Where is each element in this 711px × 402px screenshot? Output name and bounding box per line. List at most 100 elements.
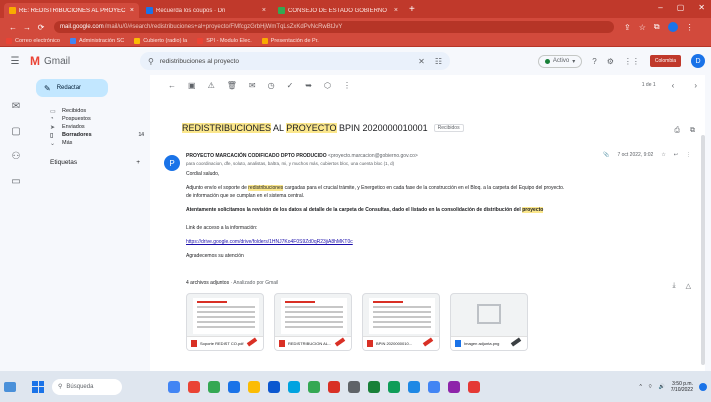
bookmark-item[interactable]: Correo electrónico	[6, 38, 60, 44]
taskbar-app-icon[interactable]	[268, 380, 280, 393]
add-to-drive-icon[interactable]: △	[686, 282, 691, 290]
more-options-icon[interactable]: ⋮	[343, 81, 351, 90]
settings-gear-icon[interactable]: ⚙	[607, 57, 614, 66]
mark-unread-icon[interactable]: ✉	[249, 81, 256, 90]
back-to-list-icon[interactable]: ←	[168, 81, 176, 90]
taskbar-app-icon[interactable]	[168, 380, 180, 393]
taskbar-app-icon[interactable]	[188, 380, 200, 393]
notifications-icon[interactable]	[699, 382, 707, 391]
archive-icon[interactable]: ▣	[188, 81, 196, 90]
maximize-icon[interactable]: ▢	[677, 3, 685, 12]
taskbar-search[interactable]: ⚲ Búsqueda	[52, 378, 122, 395]
reload-icon[interactable]: ⟳	[34, 23, 48, 32]
snooze-icon[interactable]: ◷	[268, 81, 275, 90]
gmail-logo[interactable]: M Gmail	[30, 54, 140, 68]
sender-name[interactable]: PROYECTO MARCACIÓN CODIFICADO DPTO PRODU…	[186, 153, 327, 159]
mail-search-bar[interactable]: ⚲ redistribuciones al proyecto ✕ ☷	[140, 52, 450, 70]
taskbar-app-icon[interactable]	[408, 380, 420, 393]
next-page-icon[interactable]: ›	[694, 81, 697, 90]
inbox-label-chip[interactable]: Recibidos	[433, 124, 464, 132]
apps-grid-icon[interactable]: ⋮⋮	[624, 57, 640, 66]
forward-icon[interactable]: →	[20, 23, 34, 32]
profile-avatar[interactable]	[667, 22, 678, 32]
bookmark-star-icon[interactable]: ☆	[639, 23, 646, 32]
close-tab-icon[interactable]: ×	[394, 7, 398, 14]
rail-mail[interactable]: ✉	[12, 101, 20, 112]
attachment-card[interactable]: BPIN 2020000010...	[362, 293, 440, 351]
volume-icon[interactable]: 🔊	[659, 384, 665, 390]
compose-button[interactable]: ✎ Redactar	[36, 79, 108, 97]
folder-item[interactable]: ▯ Borradores 14	[32, 131, 150, 139]
windows-start-icon[interactable]	[32, 380, 44, 393]
recipients-line[interactable]: para coordinacion, dfe, soluto, analista…	[186, 161, 394, 166]
taskbar-app-icon[interactable]	[468, 380, 480, 393]
network-icon[interactable]: ⌔	[648, 384, 653, 390]
add-label-icon[interactable]: +	[136, 159, 140, 166]
bookmark-item[interactable]: SPI - Modulo Elec.	[197, 38, 252, 44]
rail-meet[interactable]: ▭	[11, 176, 20, 187]
label-icon[interactable]: ⬡	[324, 81, 331, 90]
folder-item[interactable]: ➤ Enviados	[32, 123, 150, 131]
add-task-icon[interactable]: ✓	[287, 81, 294, 90]
taskbar-app-icon[interactable]	[208, 380, 220, 393]
download-all-icon[interactable]: ⤓	[673, 282, 676, 290]
browser-tab[interactable]: CONSEJO DE ESTADO GOBIERNO ×	[273, 3, 403, 18]
sender-avatar[interactable]: P	[164, 155, 180, 171]
reply-icon[interactable]: ↩	[674, 152, 678, 158]
clear-search-icon[interactable]: ✕	[418, 57, 425, 66]
browser-tab[interactable]: RE: REDISTRIBUCIONES AL PROYECTO ×	[4, 3, 139, 18]
browser-tab[interactable]: Recuerda los coupos · Dn ×	[141, 3, 271, 18]
url-field[interactable]: mail.google.com/mail/u/0/#search/redistr…	[54, 21, 614, 33]
search-options-icon[interactable]: ☷	[435, 57, 442, 66]
taskbar-app-icon[interactable]	[388, 380, 400, 393]
taskbar-app-icon[interactable]	[308, 380, 320, 393]
message-more-icon[interactable]: ⋮	[686, 152, 691, 158]
help-icon[interactable]: ?	[592, 57, 596, 66]
close-tab-icon[interactable]: ×	[130, 7, 134, 14]
search-query[interactable]: redistribuciones al proyecto	[160, 58, 239, 65]
main-menu-icon[interactable]: ☰	[0, 56, 30, 67]
taskbar-app-icon[interactable]	[428, 380, 440, 393]
bookmark-item[interactable]: Presentación de Pr.	[261, 38, 319, 44]
minimize-icon[interactable]: –	[658, 3, 662, 12]
attachment-card[interactable]: REDISTRIBUCION AL...	[274, 293, 352, 351]
rail-spaces[interactable]: ⚇	[12, 151, 21, 162]
account-avatar[interactable]: D	[691, 54, 705, 68]
bookmark-item[interactable]: Administración SC	[69, 38, 124, 44]
print-icon[interactable]: ⎙	[674, 127, 680, 135]
open-new-window-icon[interactable]: ⧉	[690, 127, 695, 135]
attachment-card[interactable]: Imagen adjunta.png	[450, 293, 528, 351]
star-icon[interactable]: ☆	[661, 152, 665, 158]
share-icon[interactable]: ⇪	[624, 23, 631, 32]
drive-link[interactable]: https://drive.google.com/drive/folders/1…	[186, 239, 353, 245]
system-clock[interactable]: 3:50 p.m. 7/10/2022	[671, 381, 693, 393]
organization-badge[interactable]: Colombia	[649, 55, 681, 67]
attachment-card[interactable]: Soporte REDIST CO.pdf	[186, 293, 264, 351]
taskbar-app-icon[interactable]	[248, 380, 260, 393]
status-selector[interactable]: Activo ▾	[537, 54, 583, 68]
report-spam-icon[interactable]: ⚠	[208, 81, 215, 90]
bookmark-item[interactable]: Cubierto (radio) la	[134, 38, 187, 44]
search-icon[interactable]: ⚲	[148, 57, 154, 66]
move-to-icon[interactable]: ➥	[305, 81, 312, 90]
taskbar-app-icon[interactable]	[368, 380, 380, 393]
new-tab-button[interactable]: +	[409, 3, 415, 18]
taskbar-app-icon[interactable]	[328, 380, 340, 393]
close-window-icon[interactable]: ✕	[698, 3, 705, 12]
taskbar-app-icon[interactable]	[288, 380, 300, 393]
extensions-icon[interactable]: ⧉	[654, 22, 660, 32]
tray-chevron-icon[interactable]: ^	[639, 384, 641, 390]
taskbar-app-icon[interactable]	[448, 380, 460, 393]
close-tab-icon[interactable]: ×	[262, 7, 266, 14]
folder-item[interactable]: ◔ Pospuestos	[32, 115, 150, 123]
taskbar-app-icon[interactable]	[348, 380, 360, 393]
folder-item[interactable]: ▭ Recibidos	[32, 107, 150, 115]
weather-widget-icon[interactable]	[4, 381, 16, 392]
browser-menu-icon[interactable]: ⋮	[686, 23, 694, 32]
taskbar-app-icon[interactable]	[228, 380, 240, 393]
rail-chat[interactable]: ▢	[11, 126, 20, 137]
delete-icon[interactable]: 🗑	[227, 81, 237, 90]
previous-page-icon[interactable]: ‹	[672, 81, 675, 90]
back-icon[interactable]: ←	[6, 23, 20, 32]
folder-item[interactable]: ⌄ Más	[32, 139, 150, 147]
